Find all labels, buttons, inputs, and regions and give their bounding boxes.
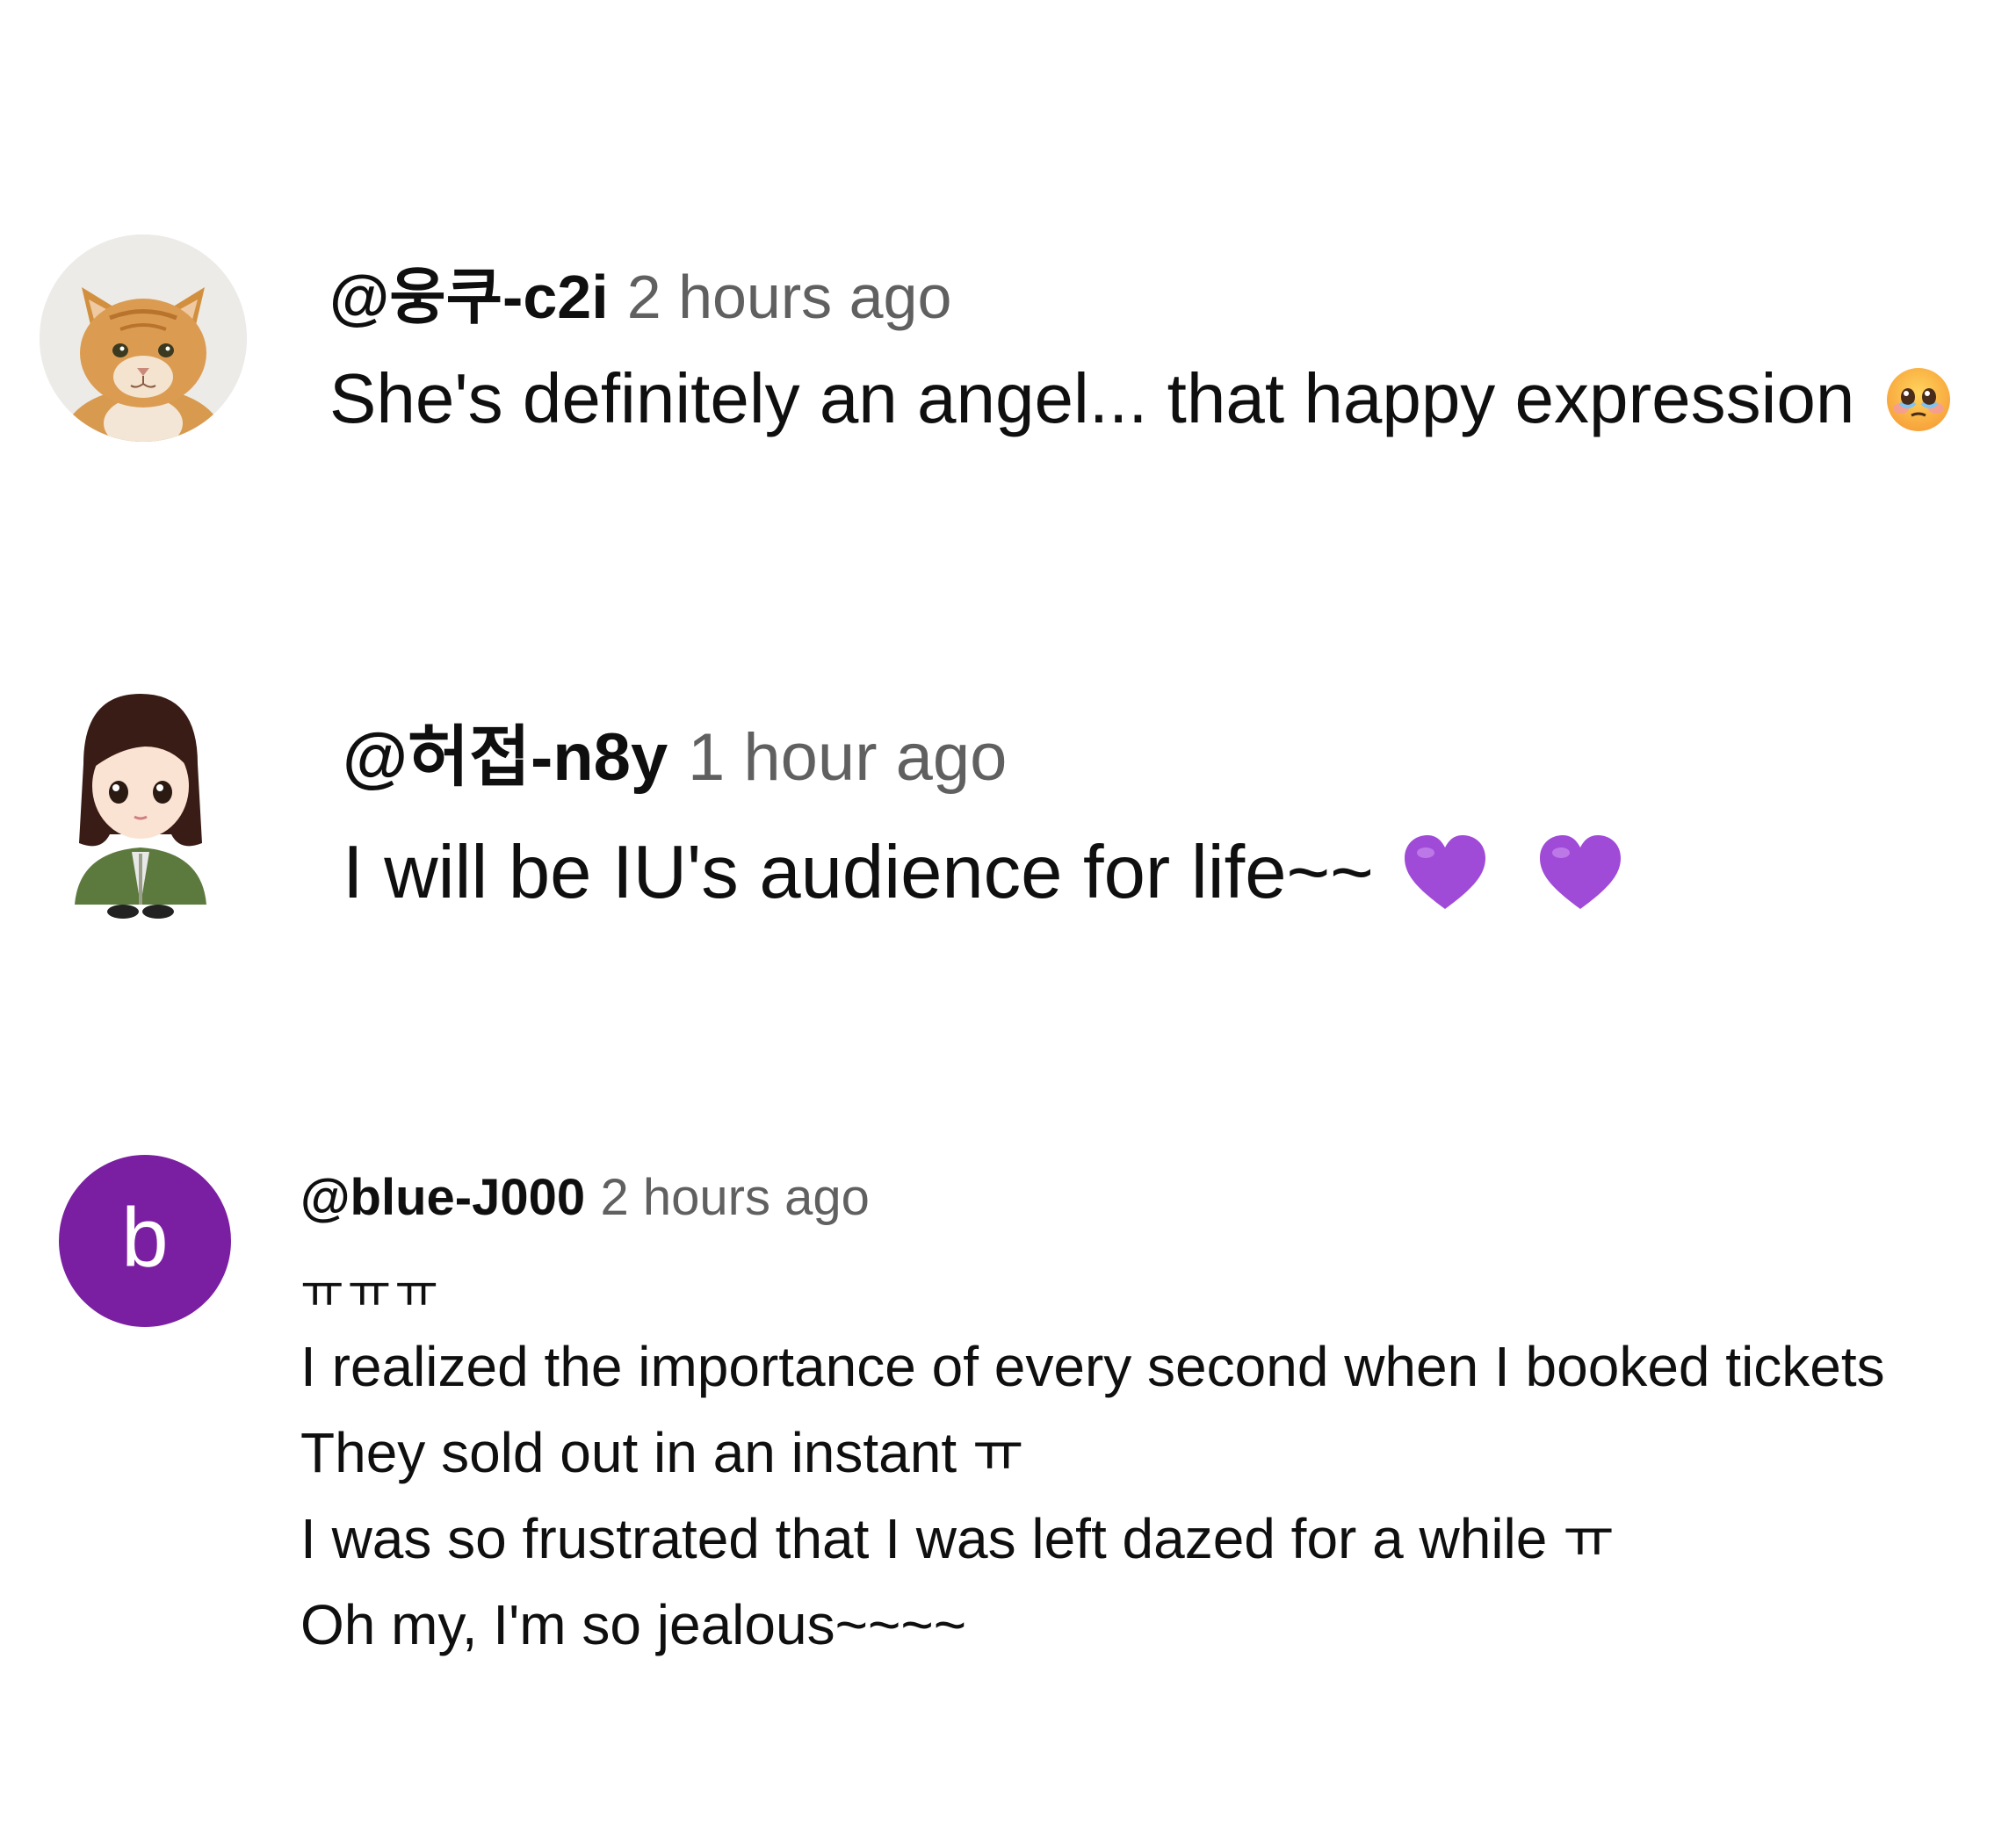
timestamp[interactable]: 2 hours ago <box>601 1168 870 1227</box>
comment-body: I will be IU's audience for life~~ <box>343 831 1374 914</box>
comment-text: She's definitely an angel... that happy … <box>329 358 1954 439</box>
comment-header: @blue-J000 2 hours ago <box>300 1168 870 1227</box>
comment-header: @웅쿠-c2i 2 hours ago <box>329 248 951 336</box>
face-holding-back-tears-icon <box>1886 367 1950 431</box>
comment-line: Oh my, I'm so jealous~~~~ <box>300 1593 967 1656</box>
comment-text: ㅠㅠㅠ I realized the importance of every s… <box>300 1260 1885 1668</box>
avatar-letter[interactable]: b <box>59 1155 231 1327</box>
cat-avatar-icon <box>40 234 247 442</box>
purple-heart-icon <box>1405 834 1486 909</box>
purple-heart-icon <box>1540 834 1622 909</box>
avatar-initial: b <box>121 1191 169 1285</box>
timestamp[interactable]: 1 hour ago <box>688 719 1007 796</box>
comment-line: ㅠㅠㅠ <box>300 1266 443 1318</box>
comment-line: I realized the importance of every secon… <box>300 1335 1885 1398</box>
author-name[interactable]: @웅쿠-c2i <box>329 248 609 336</box>
girl-avatar-icon <box>75 694 206 919</box>
comment-header: @허접-n8y 1 hour ago <box>343 703 1007 799</box>
timestamp[interactable]: 2 hours ago <box>627 262 952 332</box>
comment-line: I was so frustrated that I was left daze… <box>300 1507 1615 1570</box>
author-name[interactable]: @blue-J000 <box>300 1168 585 1227</box>
author-name[interactable]: @허접-n8y <box>343 703 668 799</box>
comment-line: They sold out in an instant ㅠ <box>300 1421 1024 1484</box>
comment-body: She's definitely an angel... that happy … <box>329 359 1855 437</box>
avatar-character[interactable] <box>48 685 233 922</box>
avatar-cat[interactable] <box>40 234 247 442</box>
comment-text: I will be IU's audience for life~~ <box>343 830 1624 916</box>
